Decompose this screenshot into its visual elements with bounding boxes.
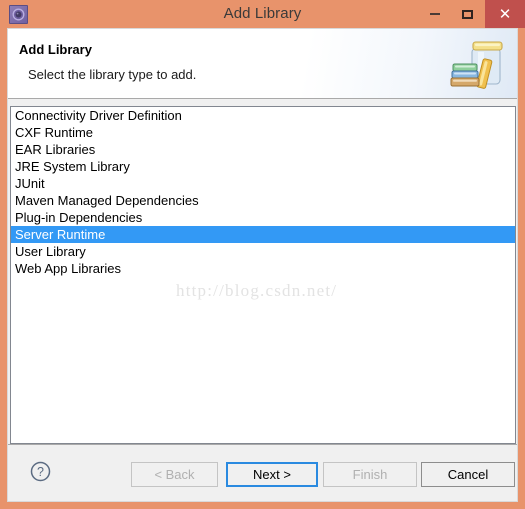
close-icon: ✕ bbox=[498, 5, 512, 23]
help-icon[interactable]: ? bbox=[30, 461, 51, 482]
svg-text:?: ? bbox=[37, 465, 44, 479]
dialog-footer: ? < Back Next > Finish Cancel bbox=[8, 444, 517, 501]
library-type-list[interactable]: Connectivity Driver Definition CXF Runti… bbox=[10, 106, 516, 444]
dialog-client-area: Add Library Select the library type to a… bbox=[7, 28, 518, 502]
wizard-header: Add Library Select the library type to a… bbox=[8, 29, 517, 99]
cancel-button[interactable]: Cancel bbox=[421, 462, 515, 487]
maximize-button[interactable] bbox=[452, 0, 482, 28]
list-item[interactable]: Server Runtime bbox=[11, 226, 515, 243]
dialog-window: Add Library ✕ Add Library Select the lib… bbox=[0, 0, 525, 509]
page-title: Add Library bbox=[19, 42, 92, 57]
list-item[interactable]: Connectivity Driver Definition bbox=[11, 107, 515, 124]
page-subtitle: Select the library type to add. bbox=[28, 67, 197, 82]
list-item[interactable]: Plug-in Dependencies bbox=[11, 209, 515, 226]
list-item[interactable]: Maven Managed Dependencies bbox=[11, 192, 515, 209]
close-button[interactable]: ✕ bbox=[485, 0, 525, 28]
finish-button[interactable]: Finish bbox=[323, 462, 417, 487]
list-item[interactable]: EAR Libraries bbox=[11, 141, 515, 158]
back-button[interactable]: < Back bbox=[131, 462, 218, 487]
list-item[interactable]: User Library bbox=[11, 243, 515, 260]
list-item[interactable]: CXF Runtime bbox=[11, 124, 515, 141]
maximize-icon bbox=[461, 9, 473, 19]
minimize-icon bbox=[430, 13, 440, 15]
next-button[interactable]: Next > bbox=[226, 462, 318, 487]
title-bar: Add Library ✕ bbox=[0, 0, 525, 28]
list-item[interactable]: JUnit bbox=[11, 175, 515, 192]
list-item[interactable]: JRE System Library bbox=[11, 158, 515, 175]
library-jar-books-icon bbox=[447, 33, 509, 95]
list-item[interactable]: Web App Libraries bbox=[11, 260, 515, 277]
minimize-button[interactable] bbox=[420, 0, 450, 28]
